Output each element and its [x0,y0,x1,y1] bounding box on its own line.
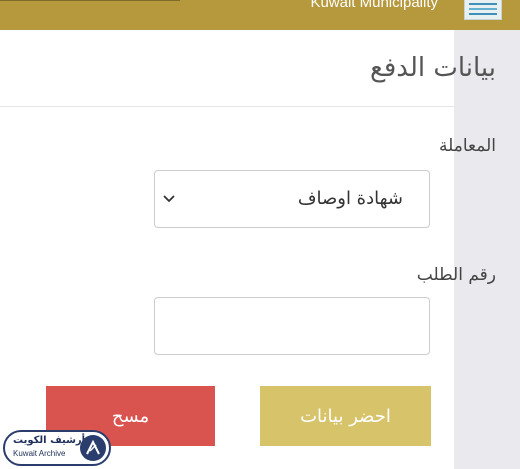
kuwait-archive-watermark: أرشيف الكويت Kuwait Archive [3,430,111,466]
transaction-selected-value: شهادة اوصاف [297,188,403,209]
title-divider [0,106,454,107]
request-number-input[interactable] [154,297,430,355]
fetch-data-button[interactable]: احضر بيانات [260,386,431,446]
watermark-text-english: Kuwait Archive [13,449,66,458]
kuwait-municipality-logo-icon[interactable] [464,0,502,20]
top-header-bar: Kuwait Municipality [0,0,520,30]
header-title: Kuwait Municipality [310,0,438,11]
header-divider [0,0,180,1]
side-strip [454,30,520,469]
transaction-select[interactable]: شهادة اوصاف [154,170,430,228]
transaction-label: المعاملة [439,136,496,156]
chevron-down-icon [163,195,175,202]
page-title: بيانات الدفع [370,53,496,83]
request-number-label: رقم الطلب [416,265,496,285]
watermark-text-arabic: أرشيف الكويت [13,435,86,446]
kuwait-archive-logo-icon [80,435,106,461]
